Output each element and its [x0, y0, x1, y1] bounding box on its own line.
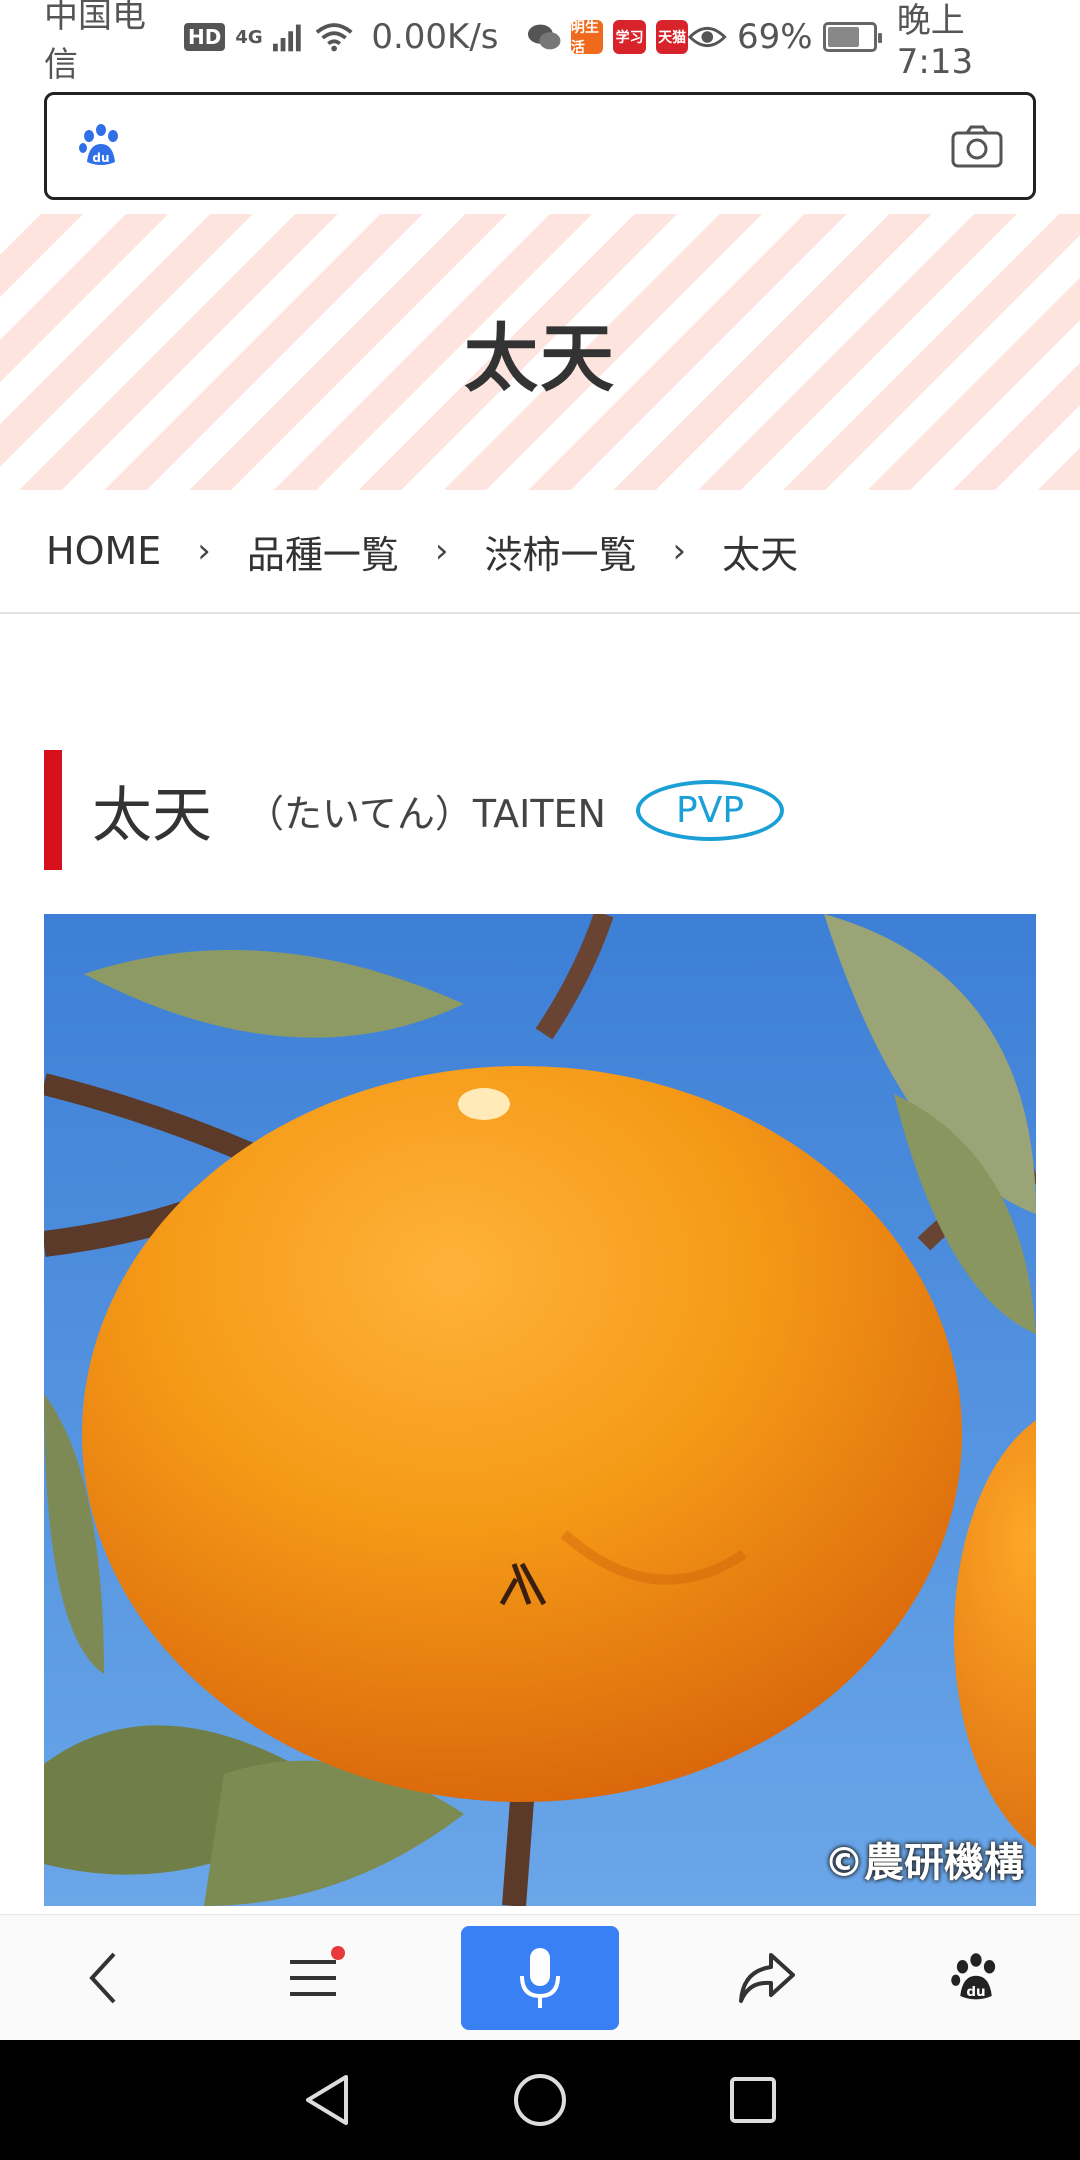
pvp-badge: PVP [635, 779, 785, 841]
triangle-back-icon [305, 2075, 348, 2125]
search-box[interactable]: du [44, 92, 1036, 200]
browser-toolbar: du [0, 1914, 1080, 2040]
circle-home-icon [513, 2074, 566, 2126]
hero-banner: 太天 [0, 214, 1080, 490]
menu-button[interactable] [253, 1928, 373, 2028]
breadcrumb-separator: › [434, 531, 449, 571]
hd-badge: HD [183, 23, 226, 51]
hero-title: 太天 [464, 315, 616, 402]
breadcrumb-variety-list[interactable]: 品種一覧 [247, 524, 399, 579]
variety-name: 太天 [92, 780, 212, 851]
search-input[interactable] [125, 116, 951, 176]
app-badge-3: 天猫 [655, 20, 689, 54]
breadcrumb-current: 太天 [722, 532, 799, 577]
baidu-paw-icon[interactable]: du [77, 122, 125, 170]
baidu-paw-icon: du [951, 1952, 995, 2000]
svg-text:du: du [966, 1984, 985, 2000]
system-recents-button[interactable] [708, 2055, 798, 2145]
breadcrumb: HOME › 品種一覧 › 渋柿一覧 › 太天 [0, 490, 1080, 614]
camera-icon[interactable] [951, 124, 1003, 168]
share-button[interactable] [707, 1928, 827, 2028]
square-recents-icon [730, 2077, 777, 2123]
breadcrumb-separator: › [672, 531, 687, 571]
persimmon-photo: ©農研機構 [44, 914, 1036, 1906]
breadcrumb-astringent-list[interactable]: 渋柿一覧 [485, 524, 637, 579]
baidu-home-button[interactable]: du [916, 1928, 1036, 2028]
svg-text:du: du [92, 151, 109, 165]
mic-icon [519, 1947, 560, 2008]
signal-icon [272, 24, 301, 52]
network-type: 4G [235, 26, 263, 48]
system-home-button[interactable] [495, 2055, 585, 2145]
share-icon [739, 1952, 796, 2003]
breadcrumb-separator: › [197, 531, 211, 571]
photo-credit: ©農研機構 [824, 1840, 1024, 1886]
network-speed: 0.00K/s [371, 17, 499, 57]
wifi-icon [315, 23, 353, 52]
variety-reading: （たいてん）TAITEN [246, 791, 606, 836]
persimmon-illustration [44, 914, 1036, 1906]
clock: 晚上7:13 [896, 0, 974, 82]
menu-icon [289, 1959, 336, 1996]
voice-search-button[interactable] [460, 1925, 619, 2030]
wechat-icon [527, 24, 560, 50]
carrier-label: 中国电信 [44, 0, 146, 85]
back-icon [89, 1952, 116, 2003]
battery-icon [822, 22, 883, 52]
app-badge-2: 学习 [613, 20, 646, 54]
eye-icon [688, 26, 727, 48]
status-bar: 中国电信 HD 4G 0.00K/s 明生活 学习 天猫 69% 晚上7:13 [0, 0, 1080, 85]
notification-dot [330, 1945, 345, 1960]
back-button[interactable] [44, 1928, 164, 2028]
variety-heading: 太天 （たいてん）TAITEN PVP [44, 750, 785, 870]
app-badge-1: 明生活 [570, 20, 604, 56]
system-back-button[interactable] [282, 2055, 372, 2145]
system-navigation-bar [0, 2040, 1080, 2160]
breadcrumb-home[interactable]: HOME [46, 529, 161, 573]
battery-percent: 69% [736, 17, 813, 57]
heading-accent-bar [44, 750, 62, 870]
